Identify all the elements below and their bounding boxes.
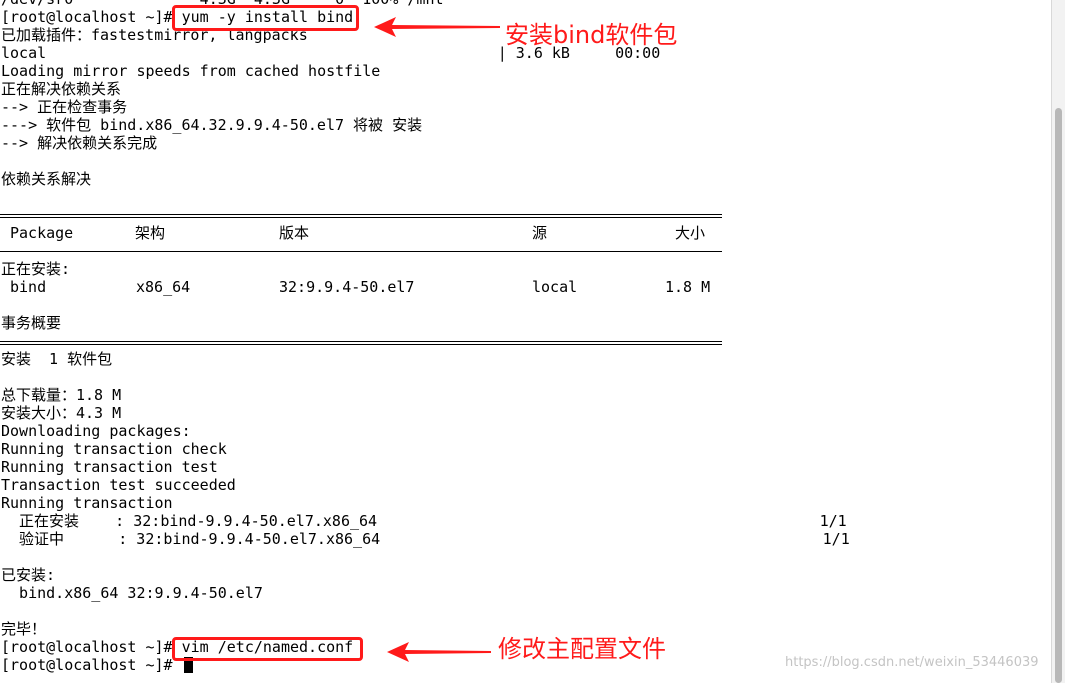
table-header-size: 大小 — [675, 224, 706, 242]
terminal-line: 安装大小：4.3 M — [1, 404, 122, 422]
terminal-line: 总下载量：1.8 M — [1, 386, 122, 404]
terminal-line: 完毕！ — [1, 620, 47, 638]
scrollbar-thumb[interactable] — [1055, 108, 1062, 683]
terminal-line: --> 正在检查事务 — [1, 98, 128, 116]
table-rule — [0, 251, 722, 252]
watermark: https://blog.csdn.net/weixin_53446039 — [785, 655, 1039, 670]
terminal-line: Running transaction test — [1, 458, 218, 476]
table-header-repo: 源 — [532, 224, 548, 242]
table-cell: 32:9.9.4-50.el7 — [279, 278, 415, 296]
table-cell: x86_64 — [136, 278, 191, 296]
table-section-label: 正在安装: — [1, 260, 71, 278]
terminal-line: 正在安装 : 32:bind-9.9.4-50.el7.x86_64 1/1 — [1, 512, 847, 530]
table-cell: 1.8 M — [665, 278, 711, 296]
terminal-line: Running transaction check — [1, 440, 227, 458]
vertical-scrollbar[interactable] — [1051, 0, 1065, 683]
highlight-install-command — [172, 5, 359, 31]
terminal-line: Running transaction — [1, 494, 173, 512]
table-header-version: 版本 — [279, 224, 310, 242]
table-header-package: Package — [10, 224, 74, 242]
terminal-line: Loading mirror speeds from cached hostfi… — [1, 62, 381, 80]
terminal-window[interactable]: /dev/sr0 4.3G 4.3G 0 100% /mnt [root@loc… — [0, 0, 1052, 683]
table-cell: local — [532, 278, 578, 296]
table-rule — [0, 344, 722, 345]
arrow-left-icon — [374, 17, 500, 37]
table-rule — [0, 214, 722, 215]
terminal-line: 安装 1 软件包 — [1, 350, 113, 368]
terminal-line: bind.x86_64 32:9.9.4-50.el7 — [1, 584, 263, 602]
table-rule — [0, 217, 722, 218]
terminal-line: 依赖关系解决 — [1, 170, 92, 188]
prompt-text: [root@localhost ~]# — [1, 656, 182, 674]
terminal-line: Downloading packages: — [1, 422, 191, 440]
terminal-line: --> 解决依赖关系完成 — [1, 134, 158, 152]
terminal-line: Transaction test succeeded — [1, 476, 236, 494]
terminal-line: 正在解决依赖关系 — [1, 80, 122, 98]
table-cell: bind — [10, 278, 47, 296]
terminal-line: ---> 软件包 bind.x86_64.32.9.9.4-50.el7 将被 … — [1, 116, 423, 134]
terminal-line: 已安装: — [1, 566, 56, 584]
table-rule — [0, 341, 722, 342]
highlight-vim-command — [172, 637, 363, 661]
terminal-line: 验证中 : 32:bind-9.9.4-50.el7.x86_64 1/1 — [1, 530, 850, 548]
annotation-edit-config: 修改主配置文件 — [498, 635, 666, 663]
table-header-arch: 架构 — [135, 224, 166, 242]
arrow-left-icon — [387, 642, 491, 662]
summary-title: 事务概要 — [1, 314, 62, 332]
annotation-install-bind: 安装bind软件包 — [505, 21, 678, 49]
terminal-prompt[interactable]: [root@localhost ~]# — [1, 656, 193, 674]
